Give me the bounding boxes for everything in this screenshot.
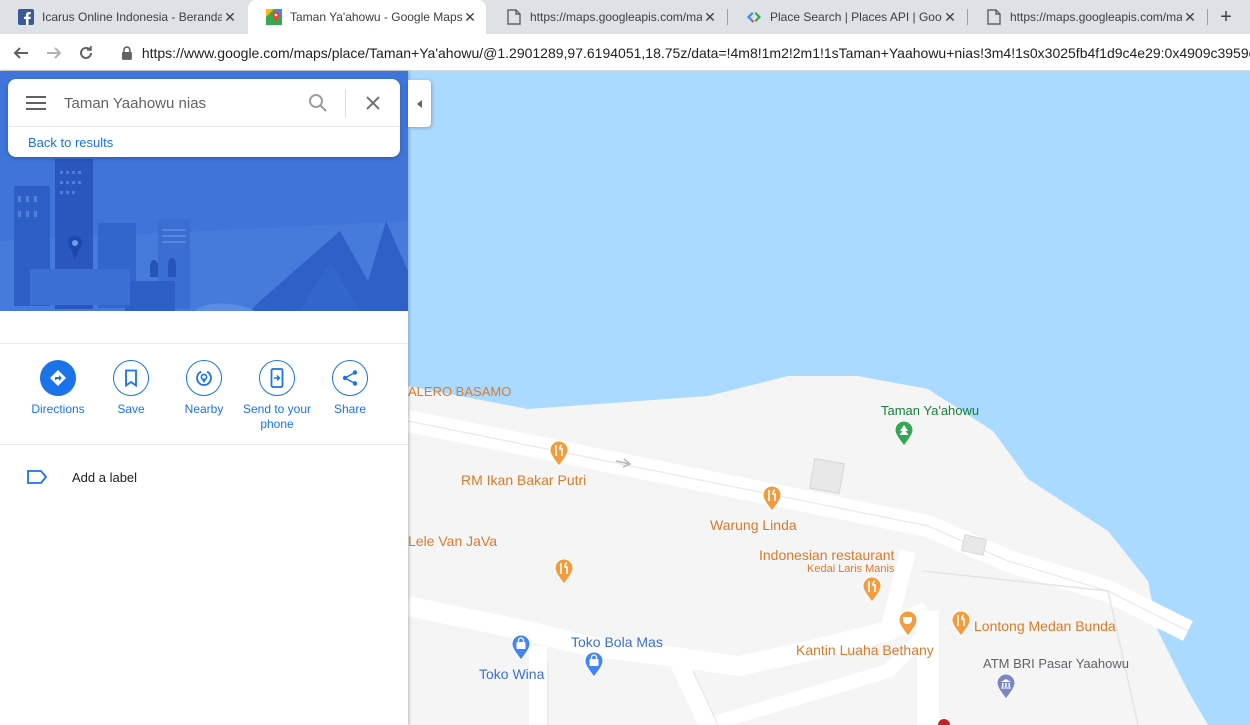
arrow-left-icon bbox=[13, 47, 28, 59]
browser-tab-facebook[interactable]: Icarus Online Indonesia - Beranda ✕ bbox=[0, 0, 246, 34]
bank-pin-icon[interactable] bbox=[996, 673, 1016, 700]
document-icon bbox=[506, 9, 522, 25]
bookmark-icon bbox=[113, 360, 149, 396]
restaurant-pin-icon[interactable] bbox=[549, 440, 569, 467]
place-side-panel: Back to results Directions Save Nearby bbox=[0, 71, 408, 725]
place-label-kantin[interactable]: Kantin Luaha Bethany bbox=[796, 642, 934, 658]
browser-tab-bar: Icarus Online Indonesia - Beranda ✕ Tama… bbox=[0, 0, 1250, 34]
place-label-toko-bola-mas[interactable]: Toko Bola Mas bbox=[571, 634, 663, 650]
back-to-results-link[interactable]: Back to results bbox=[28, 135, 113, 150]
close-tab-icon[interactable]: ✕ bbox=[222, 9, 238, 25]
browser-tab-google-maps[interactable]: Taman Ya'ahowu - Google Maps ✕ bbox=[248, 0, 486, 34]
park-pin-icon[interactable] bbox=[894, 420, 914, 447]
place-sublabel-kedai: Kedai Laris Manis bbox=[807, 563, 895, 575]
document-icon bbox=[986, 9, 1002, 25]
place-label-toko-wina[interactable]: Toko Wina bbox=[479, 666, 544, 682]
add-label-row[interactable]: Add a label bbox=[0, 461, 408, 495]
send-to-phone-label: Send to your phone bbox=[242, 402, 312, 431]
share-button[interactable]: Share bbox=[312, 360, 388, 417]
back-button[interactable] bbox=[10, 42, 32, 64]
save-label: Save bbox=[117, 402, 145, 416]
nearby-button[interactable]: Nearby bbox=[166, 360, 242, 417]
close-tab-icon[interactable]: ✕ bbox=[942, 9, 958, 25]
browser-toolbar: https://www.google.com/maps/place/Taman+… bbox=[0, 34, 1250, 71]
browser-tab-places-api[interactable]: Place Search | Places API | Goo ✕ bbox=[728, 0, 966, 34]
new-tab-button[interactable]: + bbox=[1214, 5, 1238, 29]
menu-icon[interactable] bbox=[26, 96, 46, 110]
address-bar[interactable]: https://www.google.com/maps/place/Taman+… bbox=[110, 38, 1250, 67]
search-box bbox=[8, 79, 400, 127]
map-base-layer bbox=[408, 376, 1208, 725]
send-to-phone-button[interactable]: Send to your phone bbox=[239, 360, 315, 432]
nearby-icon bbox=[186, 360, 222, 396]
cafe-pin-icon[interactable] bbox=[898, 610, 918, 637]
restaurant-pin-icon[interactable] bbox=[862, 576, 882, 603]
send-to-phone-icon bbox=[259, 360, 295, 396]
close-tab-icon[interactable]: ✕ bbox=[462, 9, 478, 25]
map-pin-icon[interactable] bbox=[934, 719, 954, 725]
share-label: Share bbox=[333, 402, 367, 416]
caret-left-icon bbox=[416, 99, 422, 108]
tab-separator bbox=[727, 9, 728, 25]
shopping-pin-icon[interactable] bbox=[511, 634, 531, 661]
reload-icon bbox=[80, 46, 92, 59]
directions-icon bbox=[40, 360, 76, 396]
search-icon[interactable] bbox=[308, 93, 328, 113]
url-text: https://www.google.com/maps/place/Taman+… bbox=[141, 44, 1250, 61]
save-button[interactable]: Save bbox=[93, 360, 169, 417]
place-label-indonesian-restaurant[interactable]: Indonesian restaurant bbox=[759, 547, 894, 563]
place-label-rm-ikan-bakar[interactable]: RM Ikan Bakar Putri bbox=[461, 472, 586, 488]
tab-title: https://maps.googleapis.com/ma bbox=[530, 10, 702, 24]
restaurant-pin-icon[interactable] bbox=[762, 485, 782, 512]
tab-separator bbox=[1207, 9, 1208, 25]
place-label-galero[interactable]: ALERO BASAMO bbox=[408, 384, 511, 399]
close-tab-icon[interactable]: ✕ bbox=[702, 9, 718, 25]
arrow-right-icon bbox=[47, 47, 62, 59]
tab-separator bbox=[967, 9, 968, 25]
lock-icon bbox=[121, 45, 132, 60]
restaurant-pin-icon[interactable] bbox=[554, 558, 574, 585]
place-label-lontong[interactable]: Lontong Medan Bunda bbox=[974, 618, 1116, 634]
forward-button[interactable] bbox=[43, 42, 65, 64]
tab-title: Icarus Online Indonesia - Beranda bbox=[42, 10, 222, 24]
label-icon bbox=[27, 470, 48, 484]
restaurant-pin-icon[interactable] bbox=[951, 610, 971, 637]
reload-button[interactable] bbox=[75, 42, 97, 64]
place-label-taman-yaahowu[interactable]: Taman Ya'ahowu bbox=[881, 403, 979, 418]
share-icon bbox=[332, 360, 368, 396]
map-canvas[interactable]: ALERO BASAMO Taman Ya'ahowu RM Ikan Baka… bbox=[408, 71, 1250, 725]
collapse-panel-button[interactable] bbox=[408, 80, 431, 127]
browser-tab-googleapis-1[interactable]: https://maps.googleapis.com/ma ✕ bbox=[488, 0, 726, 34]
search-card: Back to results bbox=[8, 79, 400, 157]
search-input[interactable] bbox=[64, 91, 294, 115]
facebook-icon bbox=[18, 9, 34, 25]
google-developers-icon bbox=[746, 9, 762, 25]
directions-label: Directions bbox=[31, 402, 85, 416]
browser-tab-googleapis-2[interactable]: https://maps.googleapis.com/ma ✕ bbox=[968, 0, 1206, 34]
divider bbox=[345, 89, 346, 117]
tab-title: Taman Ya'ahowu - Google Maps bbox=[290, 10, 462, 24]
place-actions: Directions Save Nearby Send to your phon… bbox=[0, 343, 408, 445]
shopping-pin-icon[interactable] bbox=[584, 651, 604, 678]
tab-title: https://maps.googleapis.com/ma bbox=[1010, 10, 1182, 24]
directions-button[interactable]: Directions bbox=[20, 360, 96, 417]
add-label-text: Add a label bbox=[72, 470, 138, 485]
place-label-lele-van-java[interactable]: Lele Van JaVa bbox=[408, 533, 497, 549]
nearby-label: Nearby bbox=[184, 402, 224, 416]
place-label-atm-bri[interactable]: ATM BRI Pasar Yaahowu bbox=[983, 656, 1129, 671]
close-tab-icon[interactable]: ✕ bbox=[1182, 9, 1198, 25]
place-label-warung-linda[interactable]: Warung Linda bbox=[710, 517, 797, 533]
tab-title: Place Search | Places API | Goo bbox=[770, 10, 942, 24]
google-maps-icon bbox=[266, 9, 282, 25]
close-icon[interactable] bbox=[363, 93, 383, 113]
